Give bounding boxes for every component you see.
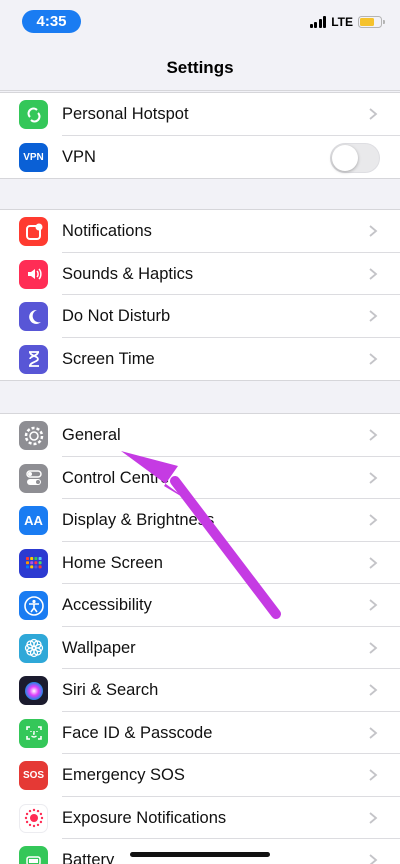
settings-row-do-not-disturb[interactable]: Do Not Disturb (0, 295, 400, 338)
sos-icon: SOS (19, 761, 48, 790)
icon-text: SOS (22, 770, 45, 781)
siri-icon (19, 676, 48, 705)
row-label: Notifications (62, 222, 152, 241)
row-label: General (62, 426, 121, 445)
settings-row-control-centre[interactable]: Control Centre (0, 457, 400, 499)
accessibility-icon (19, 591, 48, 620)
settings-group-connectivity: Personal Hotspot VPN VPN (0, 92, 400, 179)
settings-row-notifications[interactable]: Notifications (0, 210, 400, 253)
row-label: Personal Hotspot (62, 105, 189, 124)
row-label: Home Screen (62, 553, 163, 572)
chevron-right-icon (369, 225, 378, 237)
status-indicators: LTE (309, 14, 385, 30)
row-label: Control Centre (62, 468, 170, 487)
chevron-right-icon (369, 310, 378, 322)
network-type: LTE (331, 15, 353, 29)
chevron-right-icon (369, 108, 378, 120)
chevron-right-icon (369, 267, 378, 280)
vpn-icon: VPN (19, 142, 48, 172)
settings-row-display-and-brightness[interactable]: AA Display & Brightness (0, 499, 400, 542)
settings-row-exposure-notifications[interactable]: Exposure Notifications (0, 797, 400, 839)
toggle-knob (332, 144, 358, 171)
row-label: Display & Brightness (62, 511, 215, 530)
settings-row-wallpaper[interactable]: Wallpaper (0, 627, 400, 669)
row-label: Face ID & Passcode (62, 723, 213, 742)
settings-row-screen-time[interactable]: Screen Time (0, 338, 400, 381)
icon-text: AA (24, 513, 43, 528)
chevron-right-icon (369, 684, 378, 696)
battery-icon (19, 846, 48, 864)
chevron-right-icon (369, 769, 378, 781)
chevron-right-icon (369, 641, 378, 654)
display-brightness-icon: AA (19, 506, 48, 535)
settings-row-accessibility[interactable]: Accessibility (0, 584, 400, 627)
chevron-right-icon (369, 352, 378, 365)
page-title: Settings (166, 58, 234, 77)
moon-icon (19, 302, 48, 331)
exposure-icon (19, 803, 48, 833)
hourglass-icon (19, 344, 48, 374)
control-centre-icon (19, 463, 48, 493)
row-label: Sounds & Haptics (62, 264, 194, 283)
nav-divider (0, 90, 400, 91)
row-label: Wallpaper (62, 638, 136, 657)
row-label: Do Not Disturb (62, 307, 171, 326)
battery-level-fill (360, 18, 374, 26)
row-label: Battery (62, 851, 115, 864)
row-label: Siri & Search (62, 681, 159, 700)
icon-text: VPN (23, 151, 44, 163)
chevron-right-icon (369, 471, 378, 484)
settings-row-personal-hotspot[interactable]: Personal Hotspot (0, 93, 400, 136)
row-label: Exposure Notifications (62, 808, 227, 827)
settings-row-emergency-sos[interactable]: SOS Emergency SOS (0, 754, 400, 797)
row-label: Emergency SOS (62, 766, 185, 785)
chevron-right-icon (369, 726, 378, 739)
row-label: VPN (62, 147, 96, 166)
home-indicator[interactable] (130, 852, 270, 857)
chevron-right-icon (369, 429, 378, 441)
personal-hotspot-icon (19, 100, 48, 129)
settings-row-sounds-and-haptics[interactable]: Sounds & Haptics (0, 253, 400, 295)
vpn-toggle[interactable] (330, 142, 380, 173)
chevron-right-icon (369, 854, 378, 864)
chevron-right-icon (369, 599, 378, 611)
row-label: Accessibility (62, 596, 152, 615)
settings-group-notifications: Notifications Sounds & Haptics Do Not Dist… (0, 209, 400, 381)
chevron-right-icon (369, 556, 378, 569)
cellular-signal-icon (309, 16, 327, 28)
wallpaper-icon (19, 633, 48, 663)
sounds-icon (19, 259, 48, 289)
settings-row-siri-and-search[interactable]: Siri & Search (0, 669, 400, 712)
chevron-right-icon (369, 514, 378, 526)
home-screen-icon (19, 548, 48, 578)
settings-row-home-screen[interactable]: Home Screen (0, 542, 400, 584)
face-id-icon (19, 718, 48, 748)
battery-status-icon (358, 16, 385, 28)
settings-row-general[interactable]: General (0, 414, 400, 457)
gear-icon (19, 421, 48, 450)
status-bar: 4:35 LTE (0, 0, 400, 44)
settings-row-face-id-and-passcode[interactable]: Face ID & Passcode (0, 712, 400, 754)
settings-row-vpn[interactable]: VPN VPN (0, 136, 400, 179)
settings-group-general: General Control Centre AA Display & Brightn… (0, 413, 400, 864)
notifications-icon (19, 217, 48, 246)
status-time[interactable]: 4:35 (22, 10, 81, 33)
chevron-right-icon (369, 811, 378, 824)
row-label: Screen Time (62, 349, 155, 368)
